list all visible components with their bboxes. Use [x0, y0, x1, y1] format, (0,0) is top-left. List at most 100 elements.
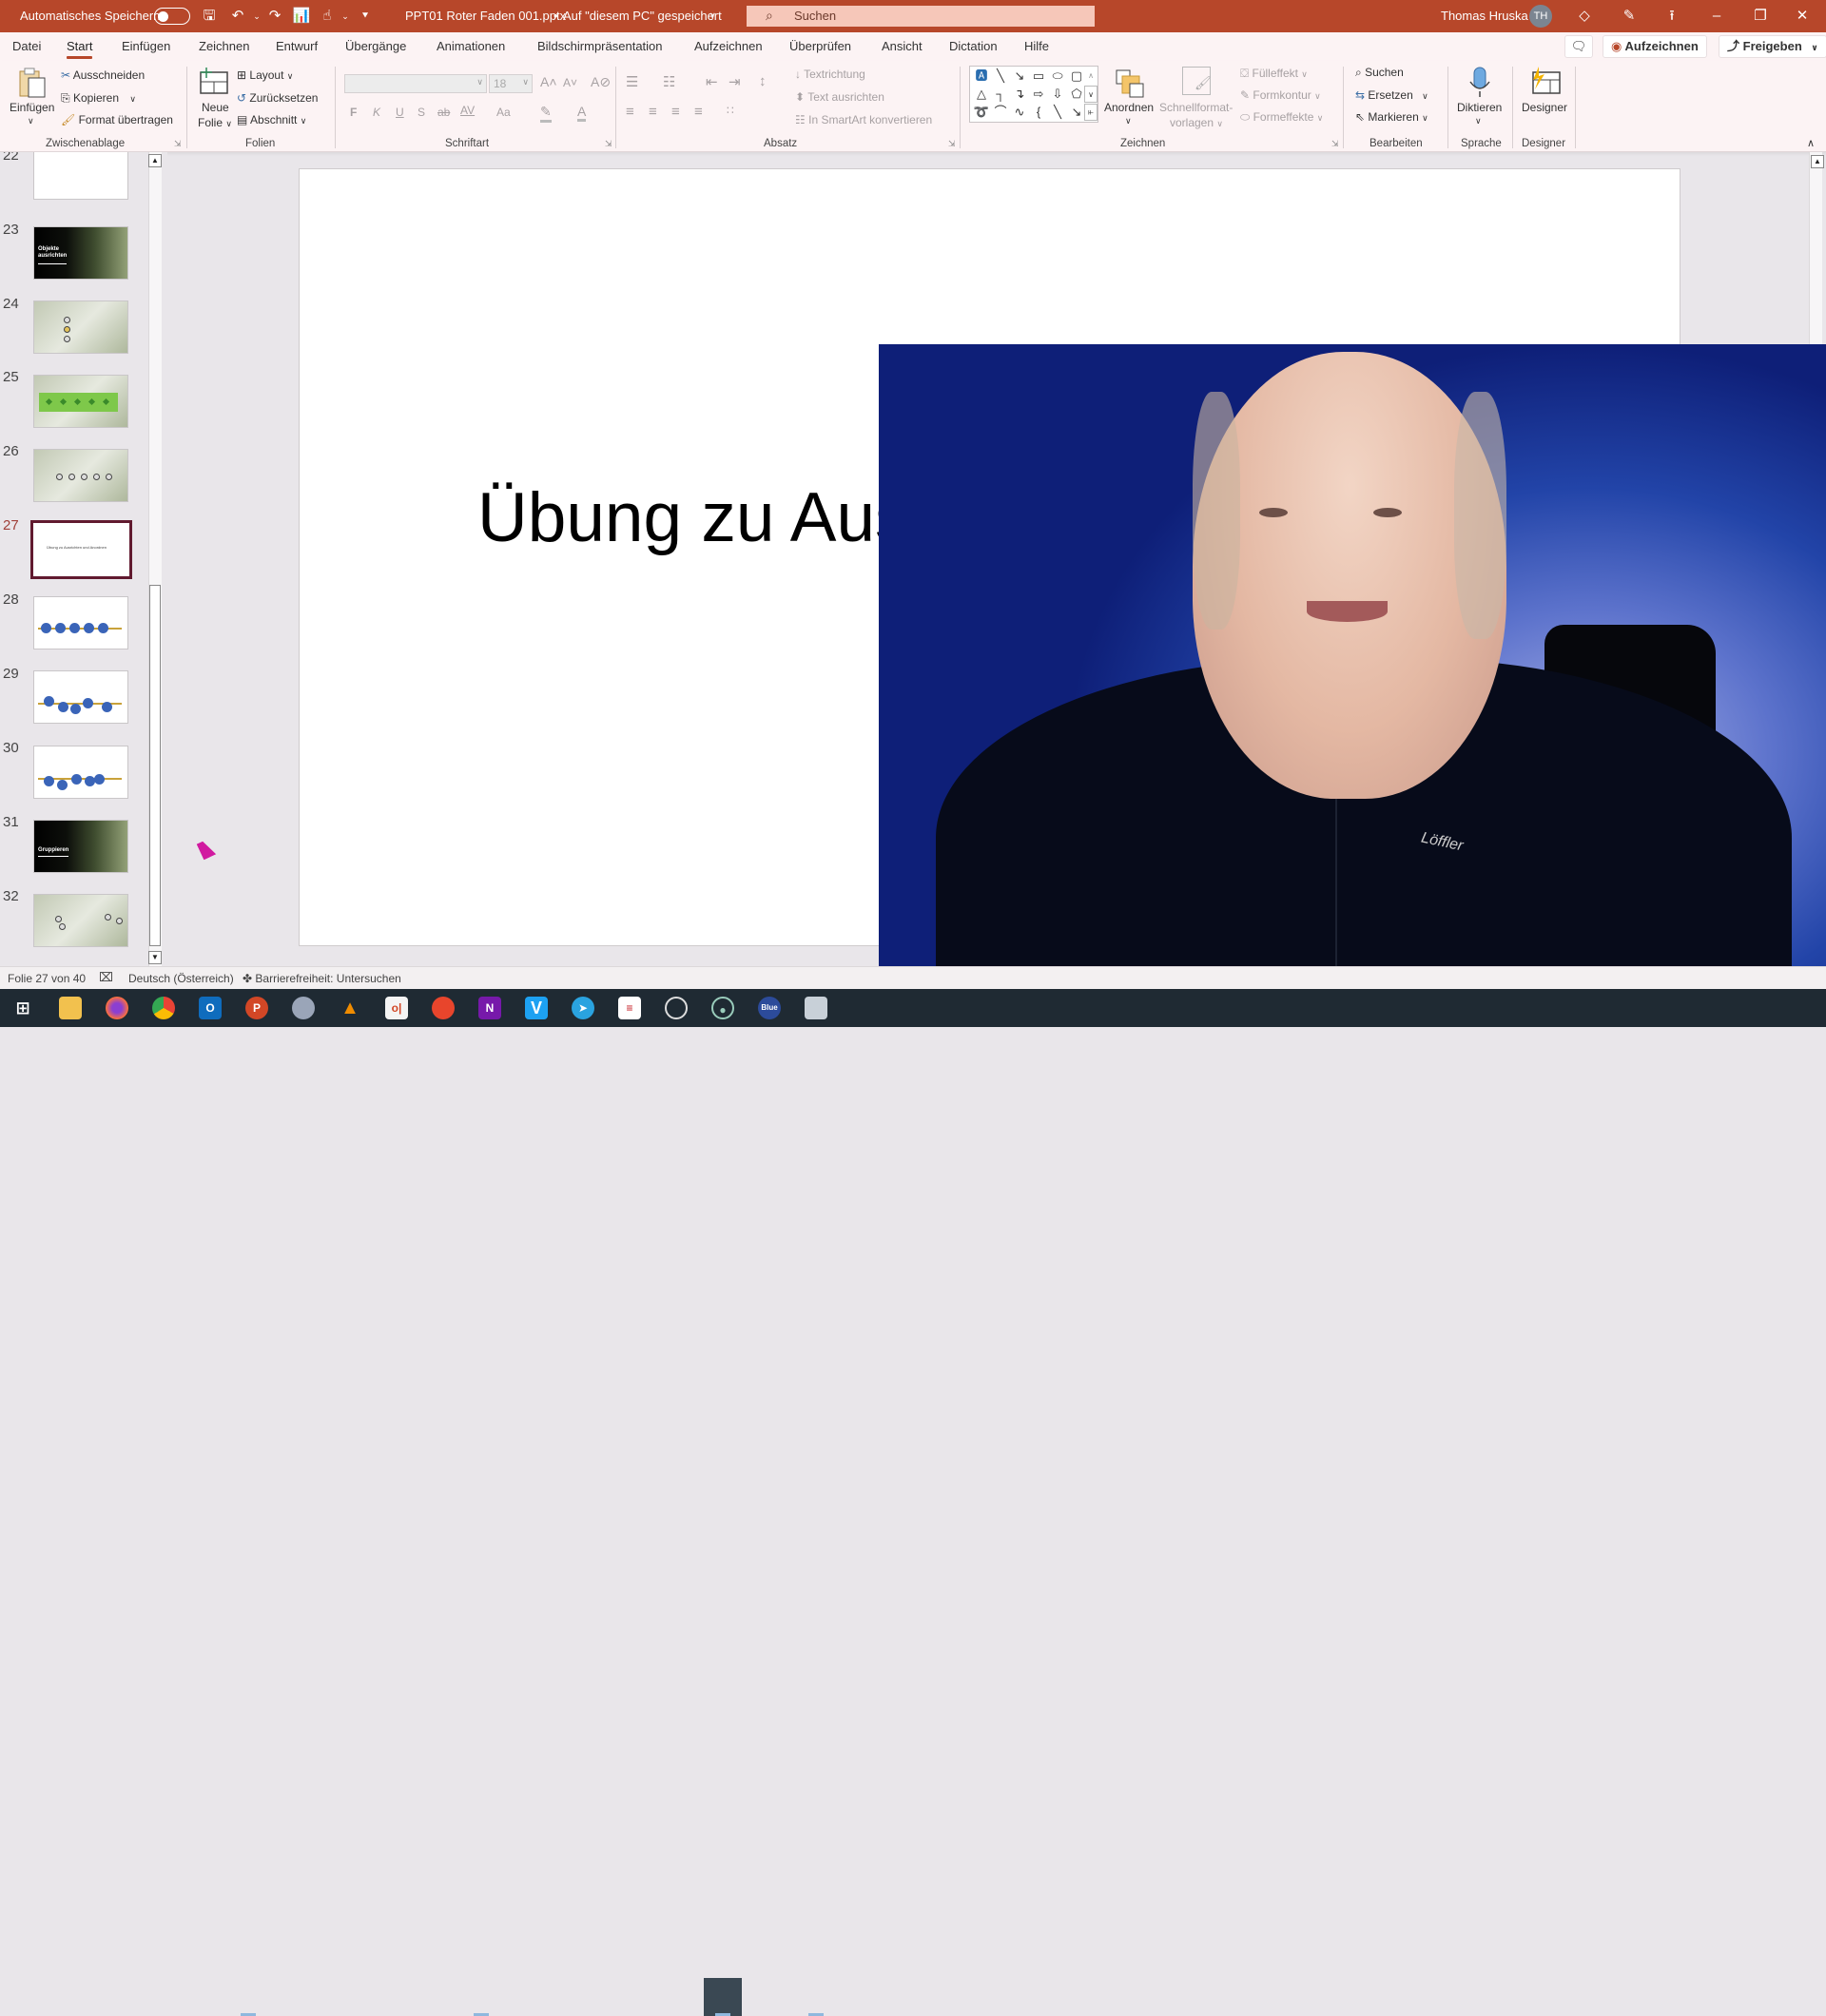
shape-outline-button[interactable]: ✎ Formkontur ∨ — [1240, 88, 1321, 102]
text-direction-button[interactable]: ↓ Textrichtung — [795, 68, 865, 81]
right-arrow-shape-icon[interactable]: ⇨ — [1029, 86, 1048, 103]
highlight-color-icon[interactable]: ✎ — [540, 104, 552, 123]
reset-button[interactable]: ↺ Zurücksetzen — [237, 91, 318, 105]
brace-shape-icon[interactable]: { — [1029, 104, 1048, 121]
textbox-shape-icon[interactable]: 🅰 — [972, 68, 991, 85]
rounded-rect-shape-icon[interactable]: ▢ — [1067, 68, 1086, 85]
slide-thumbnail-23[interactable]: Objekte ausrichten — [33, 226, 128, 280]
tab-entwurf[interactable]: Entwurf — [276, 39, 318, 53]
acrobat-icon[interactable]: ≡ — [618, 997, 641, 1019]
shrink-font-icon[interactable]: A˅ — [563, 76, 577, 89]
dialog-launcher-icon[interactable]: ⇲ — [605, 139, 612, 149]
minimize-button[interactable]: – — [1702, 6, 1731, 27]
snip-shape-icon[interactable]: ⬠ — [1067, 86, 1086, 103]
touch-mode-icon[interactable]: ☝ — [318, 7, 337, 26]
shapes-gallery[interactable]: 🅰 ╲ ↘ ▭ ⬭ ▢ △ ┐ ↴ ⇨ ⇩ ⬠ ➰ ⌒ ∿ { ╲ ↘ ∧ ∨ … — [969, 66, 1098, 123]
undo-icon[interactable]: ↶ — [228, 7, 247, 26]
gallery-up-icon[interactable]: ∧ — [1084, 68, 1098, 85]
slide-title[interactable]: Übung zu Aus — [477, 478, 910, 557]
tab-ansicht[interactable]: Ansicht — [882, 39, 923, 53]
monitor-app-icon[interactable] — [805, 997, 827, 1019]
scrollbar-thumb[interactable] — [149, 585, 161, 946]
slide-thumbnail-27[interactable]: Übung zu Ausrichten und Anordnen — [30, 520, 132, 579]
chevron-down-icon[interactable]: ∨ — [709, 10, 716, 21]
recording-app-icon[interactable]: ● — [711, 997, 734, 1019]
tab-animationen[interactable]: Animationen — [437, 39, 505, 53]
dialog-launcher-icon[interactable]: ⇲ — [948, 139, 956, 149]
tab-aufzeichnen[interactable]: Aufzeichnen — [694, 39, 763, 53]
numbering-icon[interactable]: ☷ — [663, 73, 675, 90]
designer-button[interactable]: Designer — [1522, 101, 1567, 114]
oval-shape-icon[interactable]: ⬭ — [1048, 68, 1067, 85]
collapse-ribbon-icon[interactable]: ∧ — [1807, 137, 1815, 149]
line-shape-icon[interactable]: ╲ — [991, 68, 1010, 85]
triangle-shape-icon[interactable]: △ — [972, 86, 991, 103]
new-slide-label-1[interactable]: Neue — [202, 101, 229, 114]
wave-shape-icon[interactable]: ∿ — [1010, 104, 1029, 121]
replace-button[interactable]: ⇆ Ersetzen ∨ — [1355, 88, 1428, 102]
slide-thumbnail-31[interactable]: Gruppieren — [33, 820, 128, 873]
freeform-shape-icon[interactable]: ➰ — [972, 104, 991, 121]
slide-thumbnail-25[interactable] — [33, 375, 128, 428]
app-red-icon[interactable] — [432, 997, 455, 1019]
columns-icon[interactable]: ∷ — [727, 104, 734, 117]
file-explorer-icon[interactable] — [59, 997, 82, 1019]
slide-thumbnail-22[interactable] — [33, 152, 128, 200]
bold-button[interactable]: F — [350, 106, 357, 119]
arrange-icon[interactable] — [1115, 68, 1145, 99]
close-button[interactable]: ✕ — [1788, 6, 1816, 27]
presentation-start-icon[interactable]: 📊 — [292, 7, 311, 26]
tab-dictation[interactable]: Dictation — [949, 39, 998, 53]
layout-button[interactable]: ⊞ Layout ∨ — [237, 68, 293, 82]
align-text-button[interactable]: ⬍ Text ausrichten — [795, 90, 884, 104]
chrome-icon[interactable] — [152, 997, 175, 1019]
outlook-icon[interactable]: O — [199, 997, 222, 1019]
cut-button[interactable]: ✂ Ausschneiden — [61, 68, 145, 82]
office-icon[interactable]: o| — [385, 997, 408, 1019]
align-center-icon[interactable]: ≡ — [649, 104, 657, 120]
paste-icon[interactable] — [17, 67, 48, 98]
new-slide-icon[interactable] — [199, 67, 229, 97]
save-location[interactable]: Auf "diesem PC" gespeichert — [563, 9, 722, 23]
scroll-up-button[interactable]: ▲ — [148, 154, 162, 167]
bullets-icon[interactable]: ☰ — [626, 73, 638, 90]
elbow-connector-icon[interactable]: ┐ — [991, 86, 1010, 103]
smartart-button[interactable]: ☷ In SmartArt konvertieren — [795, 113, 932, 126]
decrease-indent-icon[interactable]: ⇤ — [706, 73, 718, 90]
dictate-button[interactable]: Diktieren — [1457, 101, 1502, 114]
down-arrow-shape-icon[interactable]: ⇩ — [1048, 86, 1067, 103]
font-name-combo[interactable]: ∨ — [344, 74, 487, 93]
undo-dropdown-icon[interactable]: ⌄ — [247, 7, 266, 26]
clear-format-icon[interactable]: A⊘ — [591, 74, 611, 90]
onenote-icon[interactable]: N — [478, 997, 501, 1019]
increase-indent-icon[interactable]: ⇥ — [728, 73, 741, 90]
change-case-button[interactable]: Aa — [496, 106, 511, 119]
tab-uebergaenge[interactable]: Übergänge — [345, 39, 406, 53]
slide-thumbnail-30[interactable] — [33, 746, 128, 799]
font-size-combo[interactable]: 18 ∨ — [489, 74, 533, 93]
gallery-more-icon[interactable]: ⫦ — [1084, 104, 1098, 121]
v-app-icon[interactable]: V — [525, 997, 548, 1019]
align-right-icon[interactable]: ≡ — [671, 104, 680, 120]
autosave-toggle[interactable] — [154, 8, 190, 25]
dialog-launcher-icon[interactable]: ⇲ — [174, 139, 182, 149]
tab-hilfe[interactable]: Hilfe — [1024, 39, 1049, 53]
slide-position[interactable]: Folie 27 von 40 — [8, 972, 86, 985]
rectangle-shape-icon[interactable]: ▭ — [1029, 68, 1048, 85]
arrange-button[interactable]: Anordnen — [1104, 101, 1154, 114]
telegram-icon[interactable]: ➤ — [572, 997, 594, 1019]
slide-thumbnail-32[interactable] — [33, 894, 128, 947]
language-indicator[interactable]: Deutsch (Österreich) — [128, 972, 234, 985]
save-icon[interactable]: 🖫 — [200, 7, 219, 26]
scroll-down-button[interactable]: ▼ — [148, 951, 162, 964]
chevron-down-icon[interactable]: ∨ — [1125, 116, 1132, 126]
arrow-line-shape-icon[interactable]: ↘ — [1010, 68, 1029, 85]
find-button[interactable]: ⌕ Suchen — [1355, 66, 1404, 80]
pen-icon[interactable]: ✎ — [1615, 6, 1643, 27]
share-button[interactable]: ⤴ Freigeben ∨ — [1719, 35, 1826, 58]
slide-thumbnail-29[interactable] — [33, 670, 128, 724]
shadow-button[interactable]: S — [418, 106, 425, 119]
premium-diamond-icon[interactable]: ◇ — [1570, 6, 1599, 27]
line-spacing-icon[interactable]: ↕ — [759, 73, 767, 89]
shape-fill-button[interactable]: ⛋ Fülleffekt ∨ — [1240, 67, 1308, 81]
